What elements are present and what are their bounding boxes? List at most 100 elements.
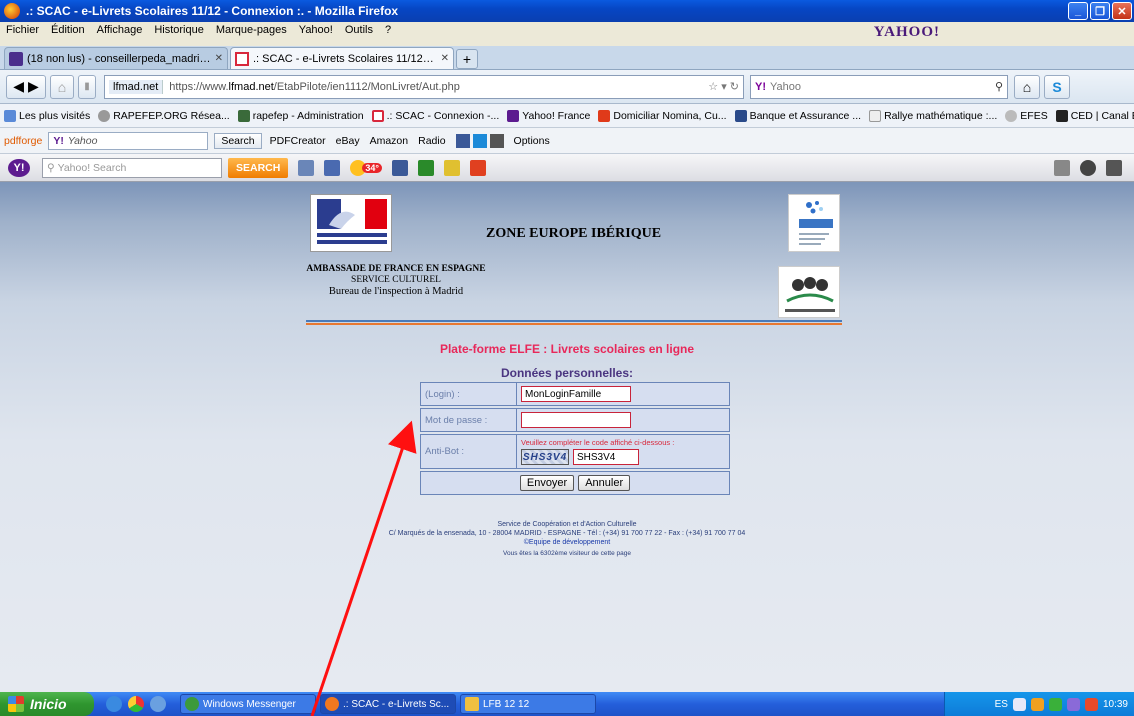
back-button[interactable]: ◀ ▶ — [6, 74, 46, 99]
menu-yahoo[interactable]: Yahoo! — [293, 24, 339, 36]
login-label: (Login) : — [421, 383, 517, 405]
chrome-icon[interactable] — [128, 696, 144, 712]
games-icon[interactable] — [417, 159, 434, 176]
bookmark-item[interactable]: Banque et Assurance ... — [734, 109, 861, 122]
feed-icon[interactable]: ▮ — [78, 74, 96, 99]
tray-icon[interactable] — [1084, 697, 1098, 711]
firefox-icon — [4, 3, 20, 19]
cancel-button[interactable]: Annuler — [578, 475, 631, 491]
reload-icon[interactable]: ☆ ▾ ↻ — [708, 80, 739, 93]
taskbar-folder[interactable]: LFB 12 12 — [460, 694, 596, 714]
yahoo-logo-icon[interactable]: Y! — [8, 158, 30, 177]
bell-icon[interactable] — [1080, 159, 1096, 176]
taskbar-messenger[interactable]: Windows Messenger — [180, 694, 316, 714]
bookmark-item[interactable]: Rallye mathématique :... — [869, 109, 997, 122]
close-tab-icon[interactable]: ✕ — [441, 53, 449, 64]
submit-button[interactable]: Envoyer — [519, 475, 575, 491]
weather-badge: 34° — [362, 162, 382, 173]
bookmark-item[interactable]: EFES — [1005, 109, 1048, 122]
bureau-text: Bureau de l'inspection à Madrid — [328, 286, 464, 297]
radio-button[interactable]: Radio — [418, 135, 445, 147]
menu-tools[interactable]: Outils — [339, 24, 379, 36]
search-bar[interactable]: Y! Yahoo ⚲ — [750, 74, 1008, 99]
ebay-icon[interactable] — [443, 159, 460, 176]
bookmark-item[interactable]: Domiciliar Nomina, Cu... — [598, 109, 727, 122]
window-titlebar: .: SCAC - e-Livrets Scolaires 11/12 - Co… — [0, 0, 1134, 22]
bookmark-item[interactable]: RAPEFEP.ORG Résea... — [98, 109, 230, 122]
tray-icon[interactable] — [1066, 697, 1080, 711]
options-button[interactable]: Options — [514, 135, 550, 147]
home-icon[interactable]: ⌂ — [1014, 74, 1040, 99]
bookmark-item[interactable]: Yahoo! France — [507, 109, 590, 122]
menu-icon[interactable] — [1054, 159, 1070, 176]
yahoo-icon — [507, 109, 520, 122]
facebook-icon[interactable] — [391, 159, 408, 176]
captcha-image: SHS3V4 — [521, 449, 569, 465]
minimize-button[interactable]: _ — [1068, 2, 1088, 20]
ebay-button[interactable]: eBay — [336, 135, 360, 147]
yahoo-search-button[interactable]: SEARCH — [228, 157, 289, 178]
page-header: ZONE EUROPE IBÉRIQUE AMBASSADE DE FRANCE… — [306, 192, 842, 322]
ie-icon[interactable] — [106, 696, 122, 712]
section-title: Données personnelles: — [500, 366, 634, 380]
language-indicator[interactable]: ES — [995, 699, 1008, 710]
windows-logo-icon — [8, 696, 24, 712]
tray-icon[interactable] — [1012, 697, 1026, 711]
tab-scac[interactable]: .: SCAC - e-Livrets Scolaires 11/12 - Co… — [230, 47, 454, 69]
captcha-hint: Veuillez compléter le code affiché ci-de… — [521, 438, 675, 447]
arrows-icon[interactable] — [1106, 159, 1122, 176]
restore-button[interactable]: ❐ — [1090, 2, 1110, 20]
antibot-label: Anti-Bot : — [421, 435, 517, 468]
menu-file[interactable]: Fichier — [0, 24, 45, 36]
amazon-button[interactable]: Amazon — [370, 135, 409, 147]
tray-icon[interactable] — [1048, 697, 1062, 711]
efes-icon — [1005, 109, 1018, 122]
menu-help[interactable]: ? — [379, 24, 397, 36]
browser-icon[interactable] — [150, 696, 166, 712]
skype-icon[interactable]: S — [1044, 74, 1070, 99]
tab-bar: (18 non lus) - conseillerpeda_madrid - Y… — [0, 46, 1134, 70]
url-bar[interactable]: lfmad.net https://www.lfmad.net/EtabPilo… — [104, 74, 744, 99]
pdfforge-search-button[interactable]: Search — [214, 132, 262, 149]
mail-icon[interactable] — [324, 159, 341, 176]
url-text[interactable]: https://www.lfmad.net/EtabPilote/ien1112… — [169, 81, 460, 93]
close-tab-icon[interactable]: ✕ — [215, 53, 223, 64]
social-icons[interactable] — [455, 133, 504, 148]
yahoo-brand-logo: YAHOO! — [873, 24, 940, 40]
pdfforge-search-input[interactable]: Y! Yahoo — [48, 131, 209, 150]
login-input[interactable] — [521, 386, 631, 402]
taskbar-firefox[interactable]: .: SCAC - e-Livrets Sc... — [320, 694, 456, 714]
bookmark-item[interactable]: Les plus visités — [4, 109, 90, 122]
yahoo-search-input[interactable]: ⚲ Yahoo! Search — [42, 157, 222, 178]
captcha-input[interactable] — [573, 449, 639, 465]
footer-team-link[interactable]: ©Equipe de développement — [0, 538, 1134, 547]
tab-yahoo-mail[interactable]: (18 non lus) - conseillerpeda_madrid - Y… — [4, 47, 228, 69]
bookmark-item[interactable]: rapefep - Administration — [237, 109, 364, 122]
page-footer: Service de Coopération et d'Action Cultu… — [0, 520, 1134, 547]
close-button[interactable]: ✕ — [1112, 2, 1132, 20]
site-identity[interactable]: lfmad.net — [109, 79, 164, 94]
login-form: (Login) : Mot de passe : Anti-Bot : Veui… — [420, 382, 730, 495]
bookmark-item[interactable]: .: SCAC - Connexion -... — [371, 109, 499, 122]
new-tab-button[interactable]: + — [456, 49, 478, 69]
pdfforge-toolbar: pdfforge Y! Yahoo Search PDFCreator eBay … — [0, 128, 1134, 154]
search-icon[interactable]: ⚲ — [995, 80, 1003, 93]
menu-history[interactable]: Historique — [148, 24, 210, 36]
menu-bookmarks[interactable]: Marque-pages — [210, 24, 293, 36]
header-divider — [306, 323, 842, 325]
home-button[interactable]: ⌂ — [50, 74, 74, 99]
search-input[interactable]: Yahoo — [770, 81, 801, 93]
password-input[interactable] — [521, 412, 631, 428]
bookmark-item[interactable]: CED | Canal Educatif ... — [1055, 109, 1134, 122]
bookmark-icon[interactable] — [298, 159, 315, 176]
menu-edit[interactable]: Édition — [45, 24, 91, 36]
menu-view[interactable]: Affichage — [91, 24, 149, 36]
navigation-bar: ◀ ▶ ⌂ ▮ lfmad.net https://www.lfmad.net/… — [0, 70, 1134, 104]
start-button[interactable]: Inicio — [0, 692, 94, 716]
tray-icon[interactable] — [1030, 697, 1044, 711]
system-tray: ES 10:39 — [944, 692, 1134, 716]
footer-service: Service de Coopération et d'Action Cultu… — [497, 521, 637, 528]
gift-icon[interactable] — [469, 159, 486, 176]
pdfcreator-button[interactable]: PDFCreator — [270, 135, 326, 147]
mail-icon — [9, 51, 23, 66]
